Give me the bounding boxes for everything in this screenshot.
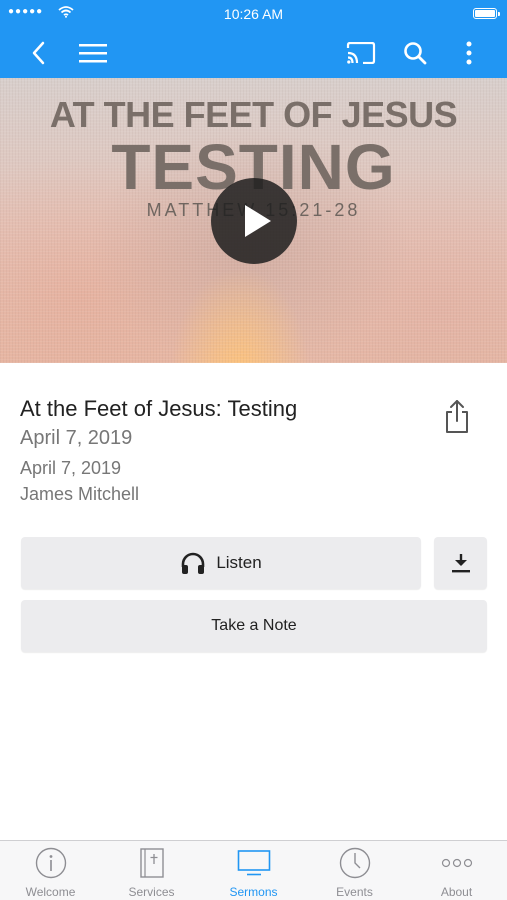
share-button[interactable] xyxy=(440,398,474,436)
sermon-title: At the Feet of Jesus: Testing xyxy=(20,396,298,421)
menu-button[interactable] xyxy=(71,28,115,78)
tab-label: Events xyxy=(336,885,373,899)
monitor-icon xyxy=(237,850,270,876)
cast-button[interactable] xyxy=(339,28,383,78)
sermon-speaker: James Mitchell xyxy=(20,484,140,504)
share-icon xyxy=(446,400,468,433)
tab-label: Services xyxy=(128,885,175,899)
back-button[interactable] xyxy=(16,28,60,78)
status-time: 10:26 AM xyxy=(223,6,284,22)
tab-sermons[interactable]: Sermons xyxy=(203,841,304,900)
menu-icon xyxy=(79,44,107,63)
headphones-icon xyxy=(182,552,205,574)
tab-services[interactable]: Services xyxy=(101,841,202,900)
tab-label: Welcome xyxy=(25,885,76,899)
tab-welcome[interactable]: Welcome xyxy=(0,841,101,900)
search-button[interactable] xyxy=(393,28,437,78)
status-bar: ●●●●● 10:26 AM xyxy=(0,0,507,28)
tab-label: About xyxy=(440,885,473,899)
listen-button[interactable]: Listen xyxy=(21,537,421,589)
back-icon xyxy=(32,41,45,65)
listen-label: Listen xyxy=(216,553,262,572)
play-icon xyxy=(245,205,271,237)
more-vertical-icon xyxy=(466,41,472,65)
tab-events[interactable]: Events xyxy=(304,841,405,900)
more-dots-icon xyxy=(441,858,472,868)
sermon-date-secondary: April 7, 2019 xyxy=(20,458,122,478)
download-button[interactable] xyxy=(434,537,487,589)
bottom-tab-bar: Welcome Services Sermons Events About xyxy=(0,840,507,900)
more-options-button[interactable] xyxy=(447,28,491,78)
tab-label: Sermons xyxy=(229,885,278,899)
take-note-button[interactable]: Take a Note xyxy=(21,600,487,652)
tab-about[interactable]: About xyxy=(406,841,507,900)
clock-icon xyxy=(339,847,370,879)
sermon-date: April 7, 2019 xyxy=(20,427,133,449)
sermon-artwork: AT THE FEET OF JESUS TESTING MATTHEW 15:… xyxy=(0,78,507,363)
info-icon xyxy=(35,847,66,879)
bible-icon xyxy=(139,848,164,878)
download-icon xyxy=(451,554,470,573)
top-navigation-bar xyxy=(0,28,507,78)
search-icon xyxy=(404,42,427,65)
cast-icon xyxy=(346,42,376,64)
battery-icon xyxy=(473,8,500,19)
play-button[interactable] xyxy=(211,178,297,264)
